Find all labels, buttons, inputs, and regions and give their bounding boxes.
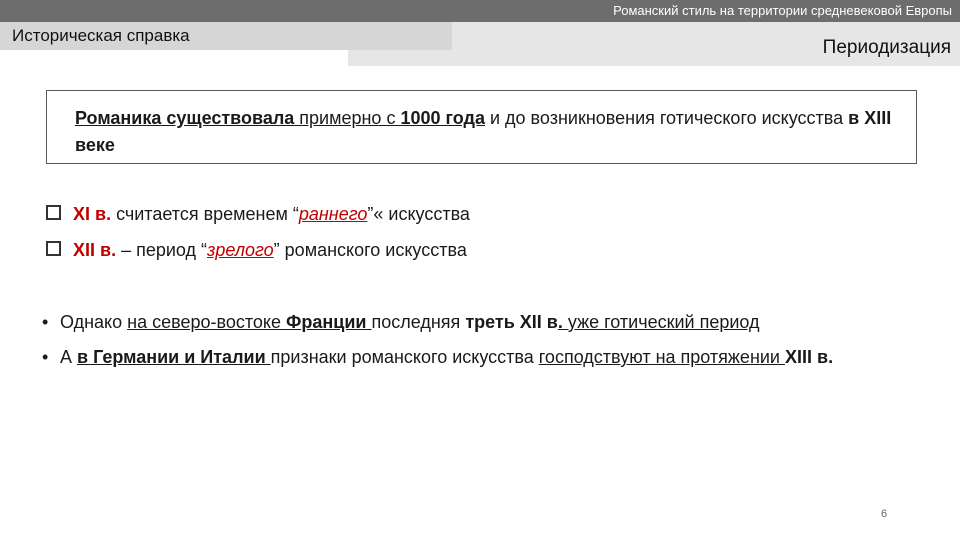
section-label: Историческая справка [12, 26, 190, 45]
note-text: последняя [371, 312, 466, 332]
period-list: XI в. считается временем “раннего”« иску… [46, 200, 926, 272]
note-region: на северо-востоке [127, 312, 287, 332]
note-country: Франции [286, 312, 372, 332]
definition-middle: и до возникновения готического искусства [484, 108, 849, 128]
definition-from: примерно с [294, 108, 401, 128]
course-title: Романский стиль на территории средневеко… [613, 3, 952, 18]
page-number: 6 [881, 508, 888, 520]
period-tail: ” романского искусства [273, 240, 467, 260]
checkbox-bullet-icon [46, 241, 61, 256]
bullet-icon: • [42, 347, 49, 367]
definition-subject: Романика существовала [75, 108, 295, 128]
note-text: Однако [60, 312, 128, 332]
period-stage: зрелого [207, 240, 274, 260]
period-tail: ”« искусства [367, 204, 470, 224]
section-bar: Историческая справка [0, 22, 452, 50]
note-item-france: • Однако на северо-востоке Франции послед… [42, 309, 922, 336]
checkbox-bullet-icon [46, 205, 61, 220]
definition-text: Романика существовала примерно с 1000 го… [75, 105, 910, 159]
slide-subtitle: Периодизация [822, 37, 951, 58]
period-phrase: считается временем “ [111, 204, 299, 224]
note-countries: в Германии и Италии [77, 347, 271, 367]
period-item-early: XI в. считается временем “раннего”« иску… [46, 200, 926, 236]
note-conclusion: уже готический период [562, 312, 760, 332]
definition-box: Романика существовала примерно с 1000 го… [46, 90, 917, 164]
definition-start-date: 1000 года [400, 108, 485, 128]
notes-list: • Однако на северо-востоке Франции послед… [42, 309, 922, 379]
note-period: XIII в. [785, 347, 834, 367]
top-bar: Романский стиль на территории средневеко… [0, 0, 960, 22]
note-text: А [60, 347, 78, 367]
note-period: треть XII в [465, 312, 558, 332]
note-item-germany-italy: • А в Германии и Италии признаки романско… [42, 344, 922, 371]
note-dominance: господствуют на протяжении [538, 347, 785, 367]
period-century: XI в. [73, 204, 112, 224]
period-text: XI в. считается временем “раннего”« иску… [73, 200, 470, 228]
period-text: XII в. – период “зрелого” романского иск… [73, 236, 467, 264]
note-text: признаки романского искусства [270, 347, 539, 367]
period-century: XII в. [73, 240, 117, 260]
bullet-icon: • [42, 312, 49, 332]
period-item-mature: XII в. – период “зрелого” романского иск… [46, 236, 926, 272]
period-phrase: – период “ [116, 240, 208, 260]
period-stage: раннего [298, 204, 368, 224]
